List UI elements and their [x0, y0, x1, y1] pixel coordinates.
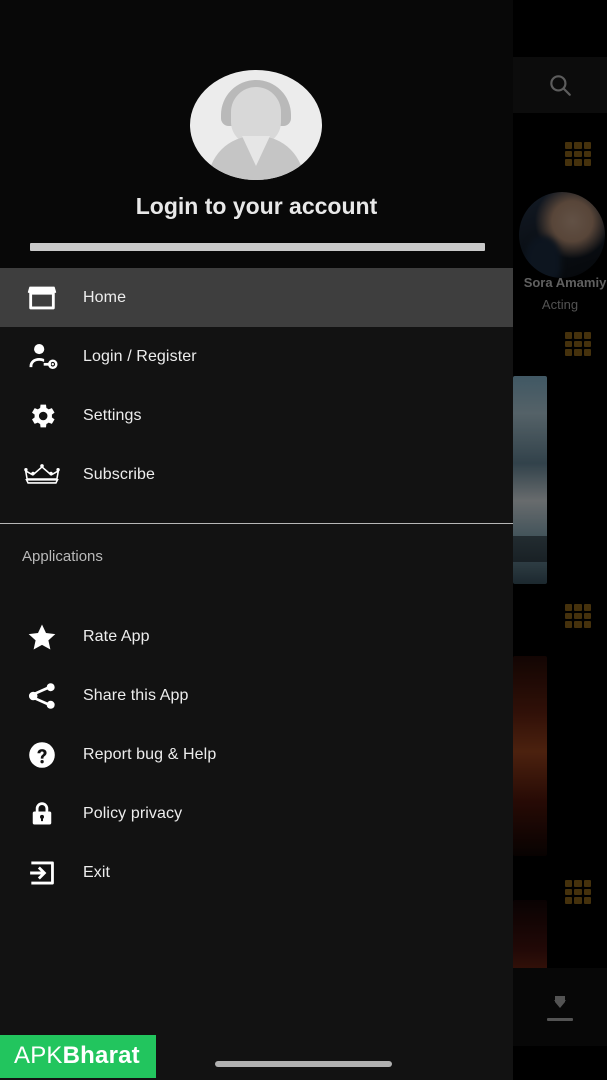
- background-poster[interactable]: [513, 656, 547, 856]
- background-profile-avatar[interactable]: [519, 192, 605, 278]
- background-profile-name: Sora Amamiy: [523, 275, 607, 290]
- drawer-divider: [0, 523, 513, 524]
- watermark-badge: APKBharat: [0, 1035, 156, 1078]
- crown-icon: [0, 461, 83, 489]
- watermark-prefix: APK: [14, 1042, 63, 1069]
- drawer-item-login-register[interactable]: Login / Register: [0, 327, 513, 386]
- ad-grid-icon[interactable]: [565, 332, 591, 356]
- drawer-item-report-bug-help[interactable]: Report bug & Help: [0, 725, 513, 784]
- gesture-navigation-pill[interactable]: [215, 1061, 392, 1067]
- drawer-item-label: Policy privacy: [83, 804, 183, 822]
- drawer-item-label: Share this App: [83, 686, 189, 704]
- drawer-item-label: Exit: [83, 863, 111, 881]
- background-bottom-bar: [513, 968, 607, 1046]
- background-search-bar[interactable]: [513, 57, 607, 113]
- drawer-item-label: Subscribe: [83, 465, 156, 483]
- ad-grid-icon[interactable]: [565, 142, 591, 166]
- download-icon[interactable]: [540, 993, 580, 1021]
- ad-grid-icon[interactable]: [565, 604, 591, 628]
- search-icon[interactable]: [547, 72, 573, 98]
- drawer-item-label: Rate App: [83, 627, 150, 645]
- header-accent-bar: [30, 243, 485, 251]
- drawer-item-home[interactable]: Home: [0, 268, 513, 327]
- background-profile-role: Acting: [541, 297, 579, 312]
- drawer-item-exit[interactable]: Exit: [0, 843, 513, 902]
- background-poster[interactable]: [513, 376, 547, 584]
- drawer-item-subscribe[interactable]: Subscribe: [0, 445, 513, 504]
- drawer-item-label: Settings: [83, 406, 142, 424]
- ad-grid-icon[interactable]: [565, 880, 591, 904]
- person-key-icon: [0, 340, 83, 374]
- drawer-item-settings[interactable]: Settings: [0, 386, 513, 445]
- drawer-primary-menu: Home Login / Register Settings Subscribe: [0, 268, 513, 504]
- phone-screen: Sora Amamiy Acting Login to your account…: [0, 0, 607, 1080]
- watermark-suffix: Bharat: [62, 1042, 140, 1069]
- drawer-item-share-app[interactable]: Share this App: [0, 666, 513, 725]
- star-icon: [0, 621, 83, 653]
- storefront-icon: [0, 281, 83, 315]
- navigation-drawer: Login to your account Home Login / Regis…: [0, 0, 513, 1080]
- share-icon: [0, 680, 83, 712]
- drawer-item-rate-app[interactable]: Rate App: [0, 607, 513, 666]
- exit-icon: [0, 857, 83, 889]
- drawer-secondary-menu: Rate App Share this App Report bug & Hel…: [0, 607, 513, 902]
- drawer-item-label: Login / Register: [83, 347, 197, 365]
- lock-icon: [0, 798, 83, 830]
- drawer-section-title: Applications: [22, 548, 103, 565]
- gear-icon: [0, 400, 83, 432]
- drawer-header[interactable]: Login to your account: [0, 0, 513, 268]
- login-prompt-title: Login to your account: [135, 193, 378, 219]
- default-user-avatar[interactable]: [190, 70, 322, 180]
- drawer-item-policy-privacy[interactable]: Policy privacy: [0, 784, 513, 843]
- drawer-item-label: Report bug & Help: [83, 745, 217, 763]
- drawer-item-label: Home: [83, 288, 127, 306]
- help-circle-icon: [0, 739, 83, 771]
